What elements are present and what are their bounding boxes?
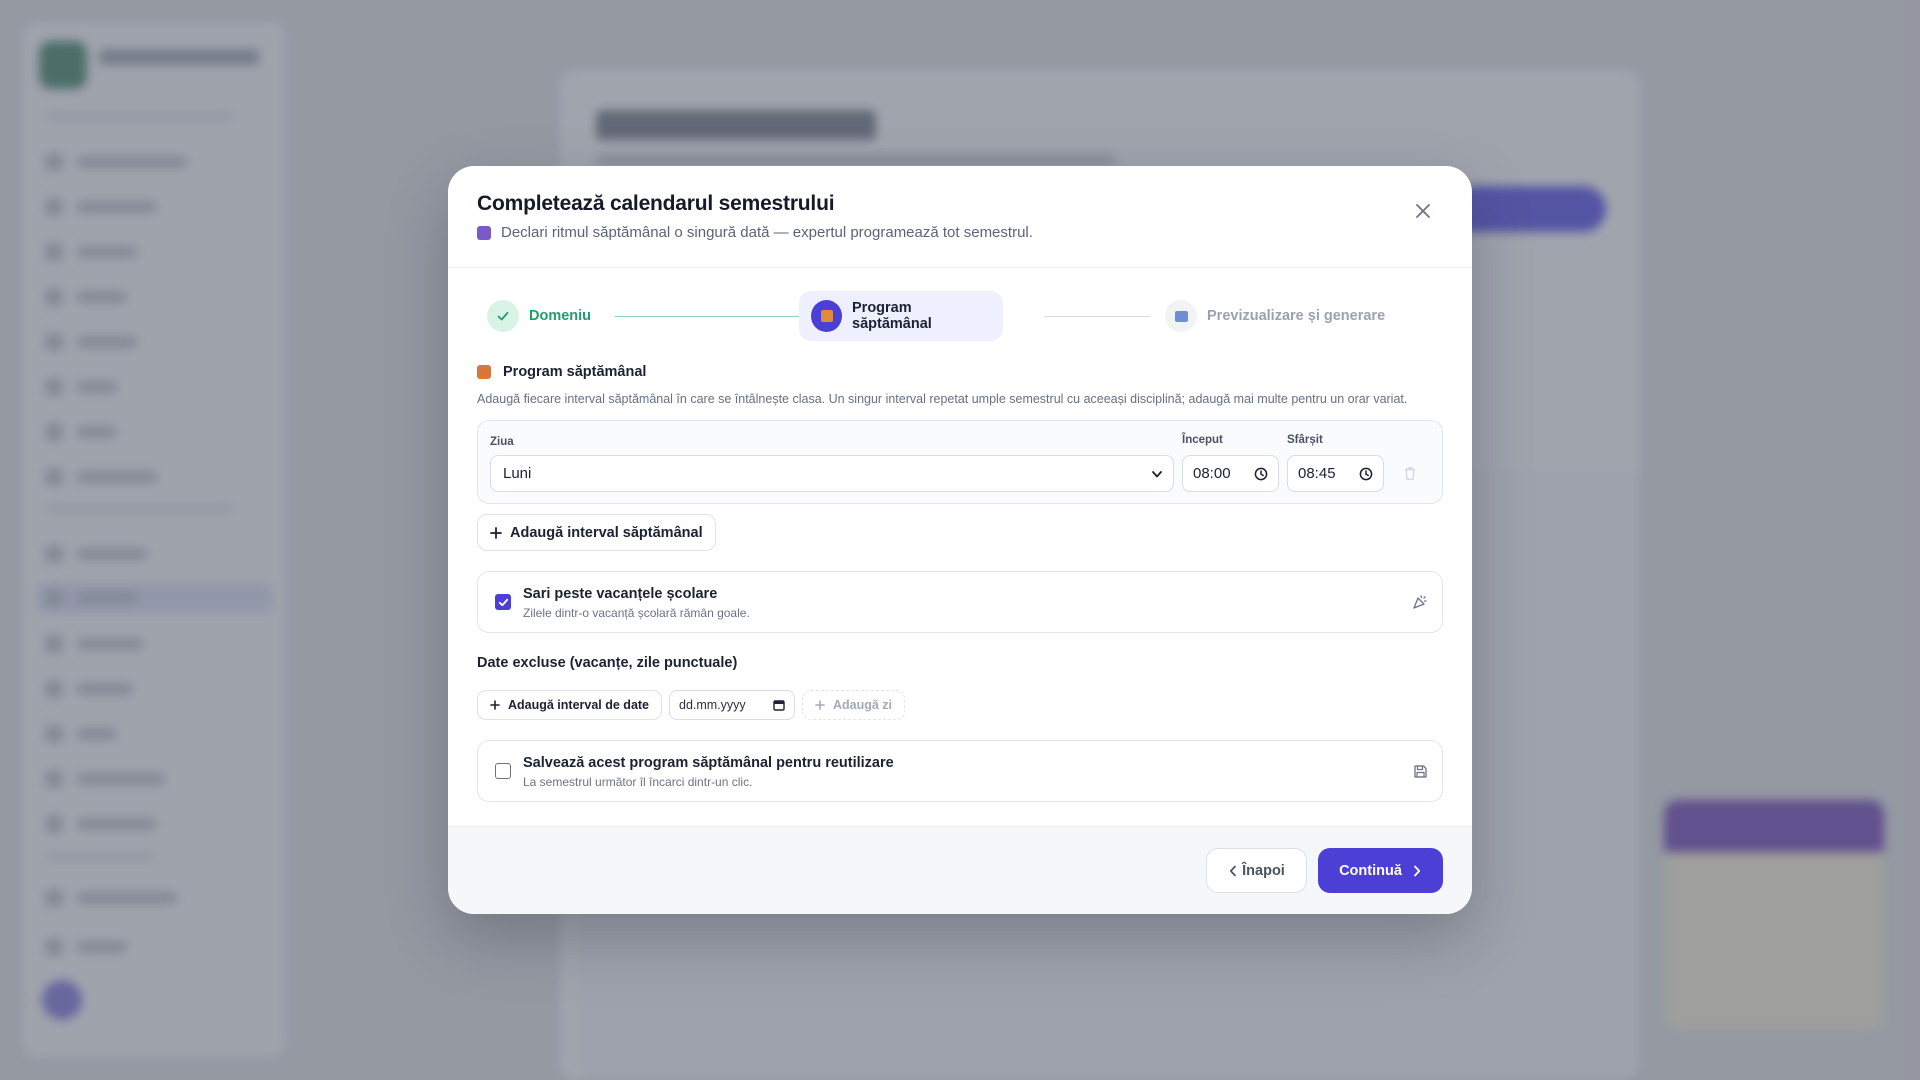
chevron-left-icon bbox=[1230, 865, 1236, 876]
save-program-checkbox[interactable] bbox=[495, 763, 511, 779]
step-label: Previzualizare și generare bbox=[1207, 308, 1386, 324]
step-previzualizare[interactable]: Previzualizare și generare bbox=[1165, 291, 1385, 341]
continue-button[interactable]: Continuă bbox=[1318, 848, 1443, 893]
trash-icon bbox=[1405, 466, 1415, 480]
wizard-stepper: Domeniu Program săptămânal Previzualizar… bbox=[477, 291, 1443, 341]
close-button[interactable] bbox=[1410, 198, 1436, 224]
preview-icon bbox=[1174, 310, 1188, 322]
save-program-card[interactable]: Salvează acest program săptămânal pentru… bbox=[477, 740, 1443, 802]
add-day-label: Adaugă zi bbox=[833, 698, 893, 712]
start-label: Început bbox=[1182, 434, 1223, 446]
semester-calendar-modal: Completează calendarul semestrului Decla… bbox=[448, 166, 1472, 914]
calendar-emoji-icon bbox=[477, 225, 491, 240]
add-interval-label: Adaugă interval săptămânal bbox=[510, 524, 703, 541]
back-label: Înapoi bbox=[1242, 862, 1285, 879]
save-program-description: La semestrul următor îl încarci dintr-un… bbox=[523, 775, 753, 789]
continue-label: Continuă bbox=[1339, 862, 1402, 879]
modal-title: Completează calendarul semestrului bbox=[477, 192, 835, 215]
excluded-date-input[interactable]: dd.mm.yyyy bbox=[669, 690, 795, 720]
modal-subtitle-text: Declari ritmul săptămânal o singură dată… bbox=[501, 224, 1033, 241]
back-button[interactable]: Înapoi bbox=[1206, 848, 1307, 893]
modal-header: Completează calendarul semestrului Decla… bbox=[448, 166, 1472, 268]
plus-icon bbox=[490, 526, 502, 539]
step-domeniu[interactable]: Domeniu bbox=[487, 291, 591, 341]
weekly-interval-row: Ziua Luni Început 08:00 Sfârșit 08:45 bbox=[477, 420, 1443, 504]
party-popper-icon bbox=[1410, 592, 1430, 612]
start-time-value: 08:00 bbox=[1193, 465, 1231, 482]
skip-vacations-checkbox[interactable] bbox=[495, 594, 511, 610]
stepper-connector bbox=[1044, 316, 1150, 317]
plus-icon bbox=[815, 700, 825, 710]
floppy-disk-icon bbox=[1410, 761, 1430, 781]
step-label: Domeniu bbox=[529, 308, 592, 324]
weekly-program-description: Adaugă fiecare interval săptămânal în ca… bbox=[477, 392, 1408, 406]
end-label: Sfârșit bbox=[1287, 434, 1323, 446]
end-time-input[interactable]: 08:45 bbox=[1287, 455, 1384, 492]
chevron-right-icon bbox=[1414, 865, 1421, 876]
plus-icon bbox=[490, 700, 500, 710]
section-title: Program săptămânal bbox=[503, 364, 647, 380]
step-program-saptamanal[interactable]: Program săptămânal bbox=[799, 291, 1003, 341]
day-select[interactable]: Luni bbox=[490, 455, 1174, 492]
skip-vacations-title: Sari peste vacanțele școlare bbox=[523, 586, 718, 602]
calendar-icon bbox=[773, 700, 785, 711]
clock-icon bbox=[1359, 467, 1373, 480]
add-weekly-interval-button[interactable]: Adaugă interval săptămânal bbox=[477, 514, 716, 551]
skip-vacations-card[interactable]: Sari peste vacanțele școlare Zilele dint… bbox=[477, 571, 1443, 633]
check-icon bbox=[497, 311, 509, 321]
save-program-title: Salvează acest program săptămânal pentru… bbox=[523, 755, 894, 771]
day-label: Ziua bbox=[490, 436, 514, 448]
close-icon bbox=[1416, 204, 1430, 218]
chevron-down-icon bbox=[1152, 470, 1162, 477]
modal-subtitle: Declari ritmul săptămânal o singură dată… bbox=[477, 224, 1033, 241]
add-day-button[interactable]: Adaugă zi bbox=[802, 690, 906, 720]
skip-vacations-description: Zilele dintr-o vacanță școlară rămân goa… bbox=[523, 606, 750, 620]
weekly-program-heading: Program săptămânal bbox=[477, 364, 646, 380]
checkmark-icon bbox=[498, 598, 508, 606]
excluded-dates-title: Date excluse (vacanțe, zile punctuale) bbox=[477, 655, 738, 671]
books-icon bbox=[820, 310, 833, 322]
step-label: Program săptămânal bbox=[852, 300, 932, 332]
end-time-value: 08:45 bbox=[1298, 465, 1336, 482]
date-placeholder: dd.mm.yyyy bbox=[679, 698, 746, 712]
clock-icon bbox=[1254, 467, 1268, 480]
add-range-label: Adaugă interval de date bbox=[508, 698, 650, 712]
books-icon bbox=[477, 365, 491, 379]
delete-interval-button[interactable] bbox=[1400, 463, 1420, 483]
day-select-value: Luni bbox=[503, 465, 532, 482]
modal-footer: Înapoi Continuă bbox=[448, 826, 1472, 914]
add-date-range-button[interactable]: Adaugă interval de date bbox=[477, 690, 663, 720]
stepper-connector bbox=[615, 316, 801, 317]
start-time-input[interactable]: 08:00 bbox=[1182, 455, 1279, 492]
